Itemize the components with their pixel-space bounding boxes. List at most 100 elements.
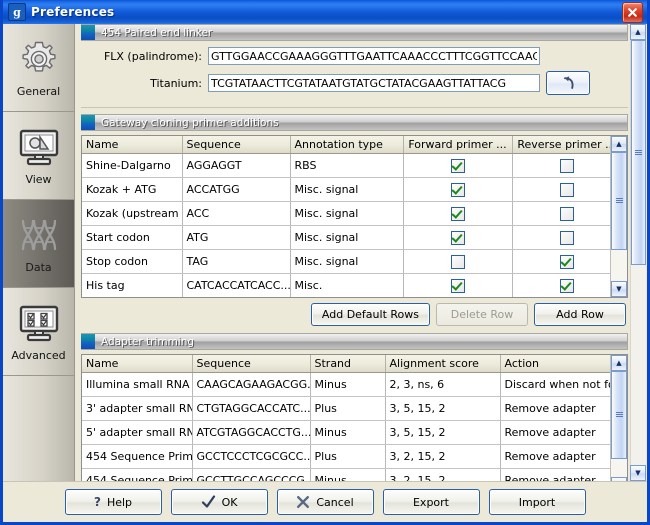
page-scroll-down-icon[interactable]: ▼ <box>630 465 646 481</box>
reverse-primer-checkbox[interactable] <box>559 230 574 245</box>
cell-annotation: Misc. signal <box>290 225 404 250</box>
gateway-col-sequence[interactable]: Sequence <box>182 136 291 154</box>
scroll-down-icon[interactable]: ▼ <box>611 281 627 297</box>
add-row-button[interactable]: Add Row <box>534 303 626 326</box>
page-scrollbar[interactable]: ▲ ▼ <box>628 24 647 481</box>
gateway-table: Name Sequence Annotation type Forward pr… <box>81 135 628 298</box>
linker-form: FLX (palindrome): Titanium: <box>81 45 628 107</box>
checklist-monitor-icon <box>17 301 61 345</box>
monitor-icon <box>17 125 61 169</box>
adapter-col-action[interactable]: Action <box>500 355 610 373</box>
cell-reverse <box>512 225 610 250</box>
sidebar-item-view[interactable]: View <box>3 112 74 200</box>
sidebar-item-data[interactable]: Data <box>3 200 74 288</box>
table-row[interactable]: Kozak (upstream o... ACC Misc. signal <box>82 201 610 226</box>
cell-annotation: Misc. <box>290 273 404 297</box>
table-row[interactable]: Shine-Dalgarno AGGAGGT RBS <box>82 153 610 178</box>
gateway-scroll-thumb[interactable] <box>611 152 627 250</box>
cell-sequence: CTGTAGGCACCATC... <box>192 396 311 421</box>
revert-arrow-icon[interactable] <box>546 71 590 95</box>
group-adapter-trimming: Adapter trimming Name Sequence Strand Al… <box>81 333 628 494</box>
help-button[interactable]: ? Help <box>64 489 162 515</box>
forward-primer-checkbox[interactable] <box>450 278 465 293</box>
forward-primer-checkbox[interactable] <box>450 254 465 269</box>
forward-primer-checkbox[interactable] <box>450 182 465 197</box>
export-button[interactable]: Export <box>382 489 480 515</box>
field-row-flx: FLX (palindrome): <box>81 47 628 65</box>
group-header-adapter: Adapter trimming <box>81 333 628 350</box>
cell-name: Kozak (upstream o... <box>82 201 183 226</box>
gateway-col-name[interactable]: Name <box>82 136 183 154</box>
cell-reverse <box>512 249 610 274</box>
table-row[interactable]: 3' adapter small RNA CTGTAGGCACCATC... P… <box>82 396 610 421</box>
table-row[interactable]: Kozak + ATG ACCATGG Misc. signal <box>82 177 610 202</box>
sidebar-filler <box>3 376 74 481</box>
gateway-col-reverse-primer[interactable]: Reverse primer ... <box>512 136 610 154</box>
cross-icon <box>297 496 310 508</box>
cell-name: Shine-Dalgarno <box>82 153 183 178</box>
table-row[interactable]: Illumina small RNA CAAGCAGAAGACGG... Min… <box>82 372 610 397</box>
table-row[interactable]: Stop codon TAG Misc. signal <box>82 249 610 274</box>
gateway-grid: Name Sequence Annotation type Forward pr… <box>82 136 610 297</box>
add-default-rows-button[interactable]: Add Default Rows <box>310 303 430 326</box>
adapter-col-sequence[interactable]: Sequence <box>192 355 311 373</box>
ok-button[interactable]: OK <box>170 489 268 515</box>
adapter-scroll-thumb[interactable] <box>611 371 627 459</box>
adapter-col-alignment-score[interactable]: Alignment score <box>385 355 501 373</box>
sidebar-label-advanced: Advanced <box>11 349 66 362</box>
group-header-linker: 454 Paired end linker <box>81 24 628 41</box>
group-header-gateway: Gateway cloning primer additions <box>81 114 628 131</box>
gateway-header-row: Name Sequence Annotation type Forward pr… <box>82 136 610 154</box>
page-scroll-thumb[interactable] <box>631 40 646 265</box>
gateway-scroll-track[interactable] <box>611 152 627 281</box>
label-flx: FLX (palindrome): <box>103 49 202 63</box>
adapter-scroll-track[interactable] <box>611 371 627 477</box>
cell-sequence: ACCATGG <box>182 177 291 202</box>
gateway-col-forward-primer[interactable]: Forward primer ... <box>403 136 513 154</box>
cell-reverse <box>512 177 610 202</box>
flx-palindrome-input[interactable] <box>208 47 540 65</box>
table-row[interactable]: Start codon ATG Misc. signal <box>82 225 610 250</box>
import-button[interactable]: Import <box>488 489 586 515</box>
table-row[interactable]: 454 Sequence Primer A GCCTCCCTCGCGCC... … <box>82 444 610 469</box>
page-scroll-up-icon[interactable]: ▲ <box>630 24 646 40</box>
cell-sequence: ATG <box>182 225 291 250</box>
table-row[interactable]: 5' adapter small RNA ATCGTAGGCACCTG... M… <box>82 420 610 445</box>
cell-reverse <box>512 273 610 297</box>
cell-action: Remove adapter <box>500 444 610 469</box>
adapter-header-row: Name Sequence Strand Alignment score Act… <box>82 355 610 373</box>
reverse-primer-checkbox[interactable] <box>559 206 574 221</box>
scroll-up-icon[interactable]: ▲ <box>611 136 627 152</box>
group-marker-icon <box>81 115 95 130</box>
question-mark-icon: ? <box>93 495 101 509</box>
reverse-primer-checkbox[interactable] <box>559 182 574 197</box>
forward-primer-checkbox[interactable] <box>450 206 465 221</box>
reverse-primer-checkbox[interactable] <box>559 278 574 293</box>
content-row: General View Data Advanced 454 Paired en… <box>3 24 647 494</box>
titanium-input[interactable] <box>208 74 540 92</box>
preferences-scroll-content: 454 Paired end linker FLX (palindrome): … <box>75 24 628 494</box>
forward-primer-checkbox[interactable] <box>450 158 465 173</box>
table-row[interactable]: His tag CATCACCATCACC... Misc. <box>82 273 610 297</box>
ok-button-label: OK <box>221 495 238 509</box>
help-button-label: Help <box>106 495 133 509</box>
cell-score: 3, 5, 15, 2 <box>385 420 501 445</box>
cell-action: Discard when not fo... <box>500 372 610 397</box>
gateway-col-annotation-type[interactable]: Annotation type <box>290 136 404 154</box>
adapter-table-scrollbar[interactable]: ▲ ▼ <box>610 355 627 493</box>
gateway-table-scrollbar[interactable]: ▲ ▼ <box>610 136 627 297</box>
cell-sequence: ATCGTAGGCACCTG... <box>192 420 311 445</box>
adapter-col-name[interactable]: Name <box>82 355 193 373</box>
scroll-up-icon[interactable]: ▲ <box>611 355 627 371</box>
page-scroll-track[interactable] <box>630 40 646 465</box>
cell-name: Illumina small RNA <box>82 372 193 397</box>
reverse-primer-checkbox[interactable] <box>559 158 574 173</box>
sidebar-item-general[interactable]: General <box>3 24 74 112</box>
cell-reverse <box>512 153 610 178</box>
reverse-primer-checkbox[interactable] <box>559 254 574 269</box>
forward-primer-checkbox[interactable] <box>450 230 465 245</box>
close-icon[interactable] <box>622 1 643 23</box>
adapter-col-strand[interactable]: Strand <box>310 355 386 373</box>
cancel-button[interactable]: Cancel <box>276 489 374 515</box>
sidebar-item-advanced[interactable]: Advanced <box>3 288 74 376</box>
